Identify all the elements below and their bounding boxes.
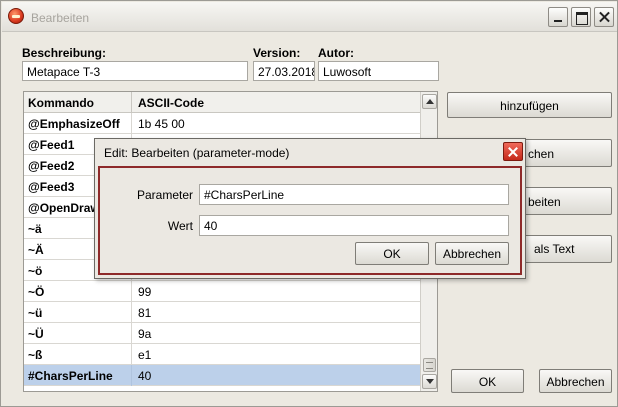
- ascii-code-cell[interactable]: 9a: [132, 323, 420, 344]
- window-title: Bearbeiten: [31, 11, 90, 25]
- parameter-label: Parameter: [136, 188, 193, 202]
- autor-label: Autor:: [318, 46, 354, 60]
- wert-field[interactable]: 40: [199, 215, 509, 236]
- version-label: Version:: [253, 46, 301, 60]
- parameter-field[interactable]: #CharsPerLine: [199, 184, 509, 205]
- app-icon: [8, 8, 24, 24]
- table-row[interactable]: @EmphasizeOff 1b 45 00: [24, 113, 420, 134]
- dialog-title: Edit: Bearbeiten (parameter-mode): [104, 146, 290, 160]
- table-row[interactable]: #CharsPerLine 40: [24, 365, 420, 386]
- close-button[interactable]: [594, 7, 614, 27]
- table-row[interactable]: ~ß e1: [24, 344, 420, 365]
- table-header: Kommando ASCII-Code: [24, 92, 420, 113]
- minimize-button[interactable]: [548, 7, 568, 27]
- kommando-cell[interactable]: ~ü: [24, 302, 132, 323]
- beschreibung-field[interactable]: Metapace T-3: [22, 61, 248, 81]
- wert-label: Wert: [167, 219, 193, 233]
- ascii-code-cell[interactable]: 1b 45 00: [132, 113, 420, 134]
- beschreibung-label: Beschreibung:: [22, 46, 107, 60]
- dialog-abbrechen-button[interactable]: Abbrechen: [435, 242, 509, 265]
- hinzufuegen-button[interactable]: hinzufügen: [447, 92, 612, 118]
- dialog-panel: Parameter #CharsPerLine Wert 40 OK Abbre…: [98, 166, 522, 275]
- scroll-thumb[interactable]: [423, 358, 436, 372]
- title-bar[interactable]: Bearbeiten: [2, 2, 617, 32]
- ascii-code-cell[interactable]: 99: [132, 281, 420, 302]
- kommando-cell[interactable]: ~ß: [24, 344, 132, 365]
- scroll-up-icon[interactable]: [422, 94, 437, 109]
- scroll-down-icon[interactable]: [422, 374, 437, 389]
- table-row[interactable]: ~Ö 99: [24, 281, 420, 302]
- ascii-code-cell[interactable]: e1: [132, 344, 420, 365]
- column-header-ascii-code[interactable]: ASCII-Code: [132, 92, 420, 113]
- ascii-code-cell[interactable]: 81: [132, 302, 420, 323]
- ascii-code-cell[interactable]: 40: [132, 365, 420, 386]
- column-header-kommando[interactable]: Kommando: [24, 92, 132, 113]
- dialog-title-bar[interactable]: Edit: Bearbeiten (parameter-mode): [95, 139, 525, 164]
- table-row[interactable]: ~ü 81: [24, 302, 420, 323]
- autor-field[interactable]: Luwosoft: [318, 61, 439, 81]
- dialog-ok-button[interactable]: OK: [355, 242, 429, 265]
- maximize-button[interactable]: [571, 7, 591, 27]
- table-row[interactable]: ~Ü 9a: [24, 323, 420, 344]
- dialog-close-icon[interactable]: [503, 142, 523, 161]
- kommando-cell[interactable]: @EmphasizeOff: [24, 113, 132, 134]
- kommando-cell[interactable]: ~Ü: [24, 323, 132, 344]
- ok-button[interactable]: OK: [451, 369, 524, 393]
- version-field[interactable]: 27.03.2018: [253, 61, 315, 81]
- edit-dialog: Edit: Bearbeiten (parameter-mode) Parame…: [94, 138, 526, 279]
- abbrechen-button[interactable]: Abbrechen: [539, 369, 612, 393]
- kommando-cell[interactable]: #CharsPerLine: [24, 365, 132, 386]
- kommando-cell[interactable]: ~Ö: [24, 281, 132, 302]
